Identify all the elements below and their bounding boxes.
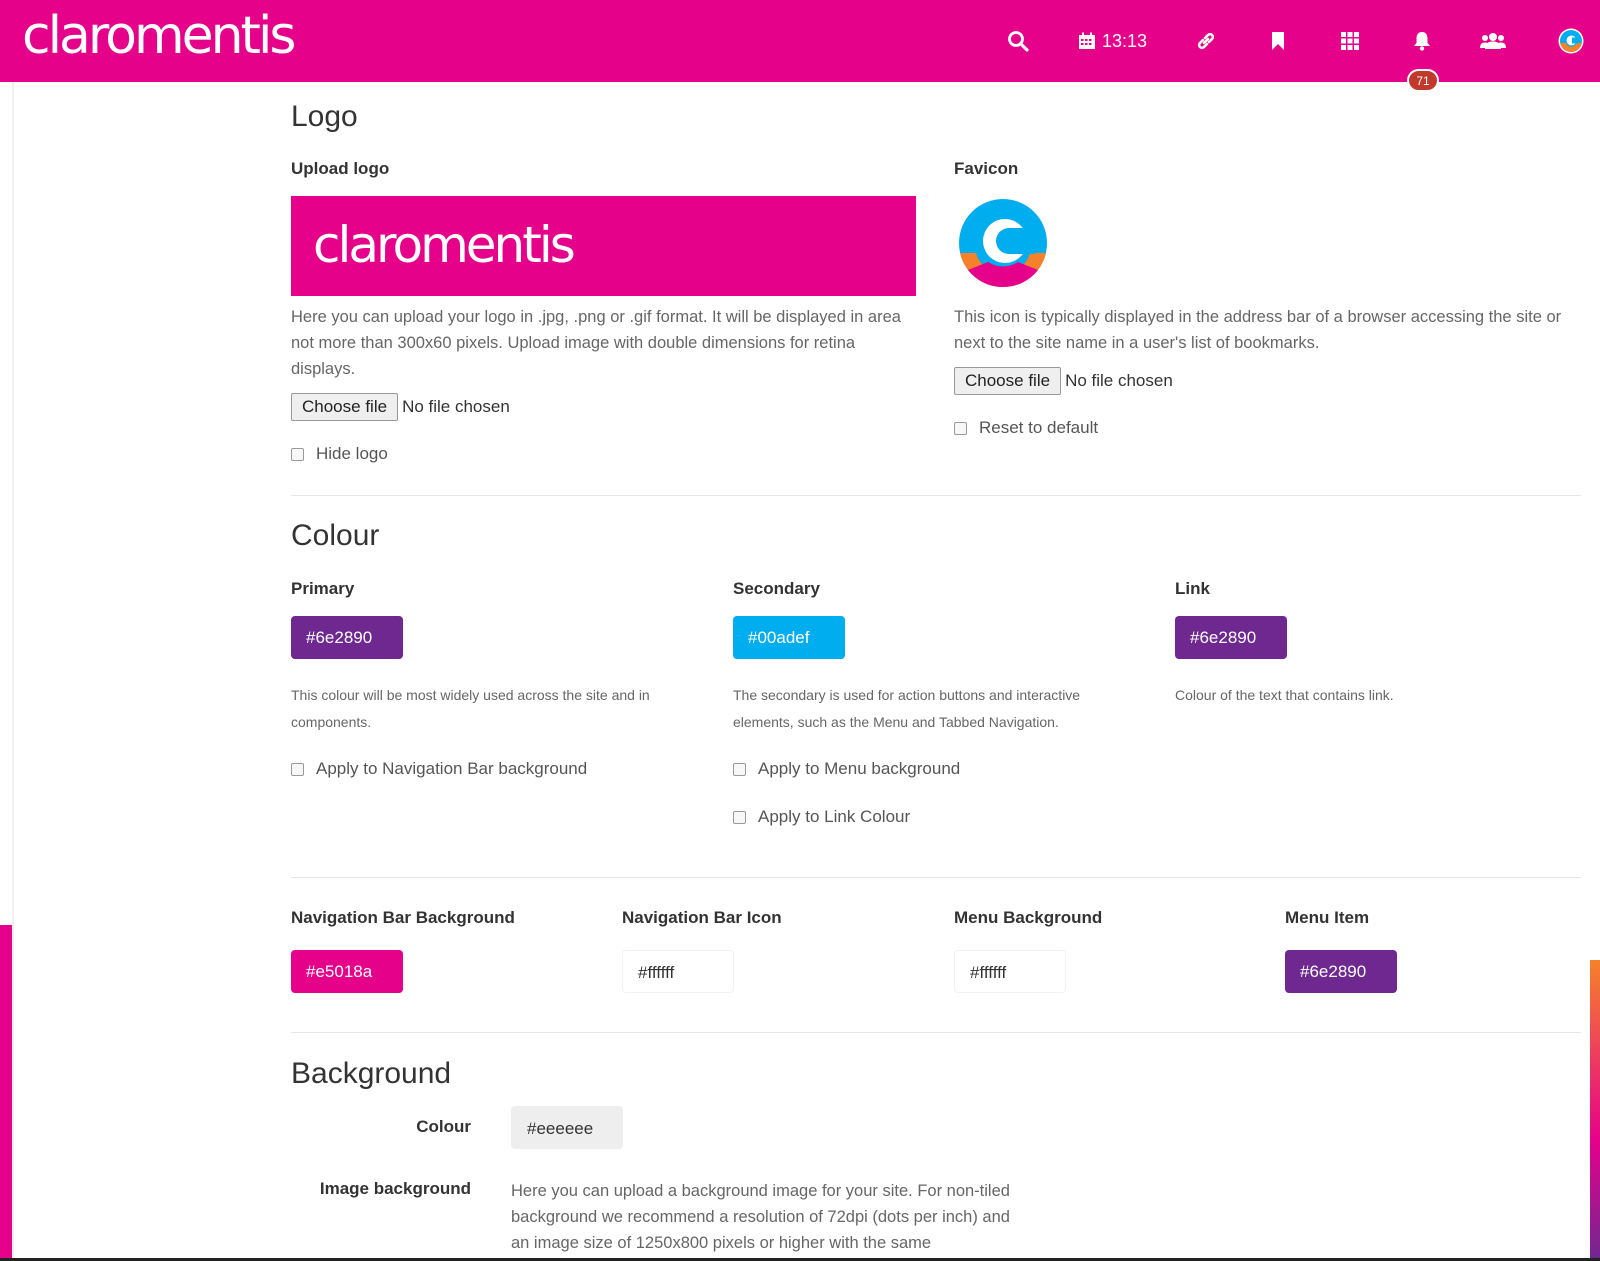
logo-file-status: No file chosen bbox=[402, 397, 510, 416]
search-icon bbox=[1008, 31, 1029, 52]
link-colour-picker[interactable]: #6e2890 bbox=[1175, 616, 1287, 659]
logo-section-heading: Logo bbox=[291, 100, 358, 133]
bell-icon bbox=[1414, 32, 1430, 51]
image-background-help: Here you can upload a background image f… bbox=[511, 1182, 1010, 1252]
link-help: Colour of the text that contains link. bbox=[1175, 687, 1394, 703]
primary-label: Primary bbox=[291, 579, 355, 598]
primary-colour-picker[interactable]: #6e2890 bbox=[291, 616, 403, 659]
apply-link-colour-checkbox[interactable] bbox=[733, 810, 746, 824]
people-icon bbox=[1480, 33, 1506, 49]
upload-logo-help: Here you can upload your logo in .jpg, .… bbox=[291, 308, 901, 378]
menu-bg-label: Menu Background bbox=[954, 908, 1103, 927]
reset-default-option[interactable]: Reset to default bbox=[954, 418, 1098, 438]
secondary-label: Secondary bbox=[733, 579, 820, 598]
nav-bar-bg-colour-picker[interactable]: #e5018a bbox=[291, 950, 403, 993]
section-divider bbox=[291, 1032, 1581, 1033]
apply-link-colour-label: Apply to Link Colour bbox=[758, 807, 911, 826]
calendar-button[interactable]: 13:13 bbox=[1078, 26, 1147, 56]
background-colour-picker[interactable]: #eeeeee bbox=[511, 1106, 623, 1149]
top-navbar: claromentis 13:13 bbox=[0, 0, 1600, 82]
menu-bg-colour-picker[interactable]: #ffffff bbox=[954, 950, 1066, 993]
logo-choose-file-button[interactable]: Choose file bbox=[291, 393, 399, 421]
favicon-preview-icon bbox=[959, 199, 1047, 288]
right-accent-stripe bbox=[1590, 960, 1600, 1261]
user-avatar-icon bbox=[1558, 28, 1584, 54]
apply-menu-bg-label: Apply to Menu background bbox=[758, 759, 961, 778]
apps-grid-icon bbox=[1341, 32, 1359, 50]
clock-time: 13:13 bbox=[1102, 30, 1148, 51]
search-button[interactable] bbox=[1007, 26, 1029, 56]
left-accent-stripe bbox=[0, 925, 12, 1261]
image-background-label: Image background bbox=[319, 1179, 471, 1198]
reset-default-label: Reset to default bbox=[979, 418, 1099, 437]
calendar-icon bbox=[1079, 32, 1095, 49]
bookmarks-button[interactable] bbox=[1271, 26, 1285, 56]
logo-preview: claromentis bbox=[291, 196, 916, 296]
page-gutter bbox=[12, 82, 14, 1261]
secondary-colour-picker[interactable]: #00adef bbox=[733, 616, 845, 659]
favicon-file-input: Choose file No file chosen bbox=[954, 367, 1173, 395]
nav-bar-icon-label: Navigation Bar Icon bbox=[622, 908, 782, 927]
apply-menu-bg-checkbox[interactable] bbox=[733, 762, 746, 776]
section-divider bbox=[291, 495, 1581, 496]
link-label: Link bbox=[1175, 579, 1210, 598]
apply-nav-bar-label: Apply to Navigation Bar background bbox=[316, 759, 588, 778]
bookmark-icon bbox=[1272, 32, 1284, 50]
reset-default-checkbox[interactable] bbox=[954, 421, 967, 435]
colour-section-heading: Colour bbox=[291, 519, 380, 552]
brand-logo[interactable]: claromentis bbox=[22, 6, 296, 66]
upload-logo-label: Upload logo bbox=[291, 159, 390, 178]
favicon-label: Favicon bbox=[954, 159, 1019, 178]
nav-bar-bg-label: Navigation Bar Background bbox=[291, 908, 515, 927]
favicon-choose-file-button[interactable]: Choose file bbox=[954, 367, 1062, 395]
apply-nav-bar-checkbox[interactable] bbox=[291, 762, 304, 776]
apps-button[interactable] bbox=[1341, 26, 1359, 56]
link-icon bbox=[1197, 32, 1215, 50]
user-menu-button[interactable] bbox=[1558, 26, 1584, 56]
notification-count-badge: 71 bbox=[1407, 69, 1439, 92]
apply-nav-bar-option[interactable]: Apply to Navigation Bar background bbox=[291, 759, 587, 779]
apply-link-colour-option[interactable]: Apply to Link Colour bbox=[733, 807, 910, 827]
links-button[interactable] bbox=[1197, 26, 1215, 56]
apply-menu-bg-option[interactable]: Apply to Menu background bbox=[733, 759, 960, 779]
menu-item-label: Menu Item bbox=[1285, 908, 1370, 927]
section-divider bbox=[291, 877, 1581, 878]
hide-logo-label: Hide logo bbox=[316, 444, 388, 463]
primary-help: This colour will be most widely used acr… bbox=[291, 687, 650, 730]
favicon-help: This icon is typically displayed in the … bbox=[954, 308, 1562, 352]
people-button[interactable] bbox=[1480, 26, 1506, 56]
nav-bar-icon-colour-picker[interactable]: #ffffff bbox=[622, 950, 734, 993]
hide-logo-option[interactable]: Hide logo bbox=[291, 444, 388, 464]
hide-logo-checkbox[interactable] bbox=[291, 447, 304, 461]
background-colour-label: Colour bbox=[416, 1117, 471, 1136]
secondary-help: The secondary is used for action buttons… bbox=[733, 687, 1081, 730]
background-section-heading: Background bbox=[291, 1057, 452, 1090]
favicon-file-status: No file chosen bbox=[1065, 371, 1173, 390]
menu-item-colour-picker[interactable]: #6e2890 bbox=[1285, 950, 1397, 993]
logo-file-input: Choose file No file chosen bbox=[291, 393, 510, 421]
notifications-button[interactable] bbox=[1413, 26, 1431, 56]
